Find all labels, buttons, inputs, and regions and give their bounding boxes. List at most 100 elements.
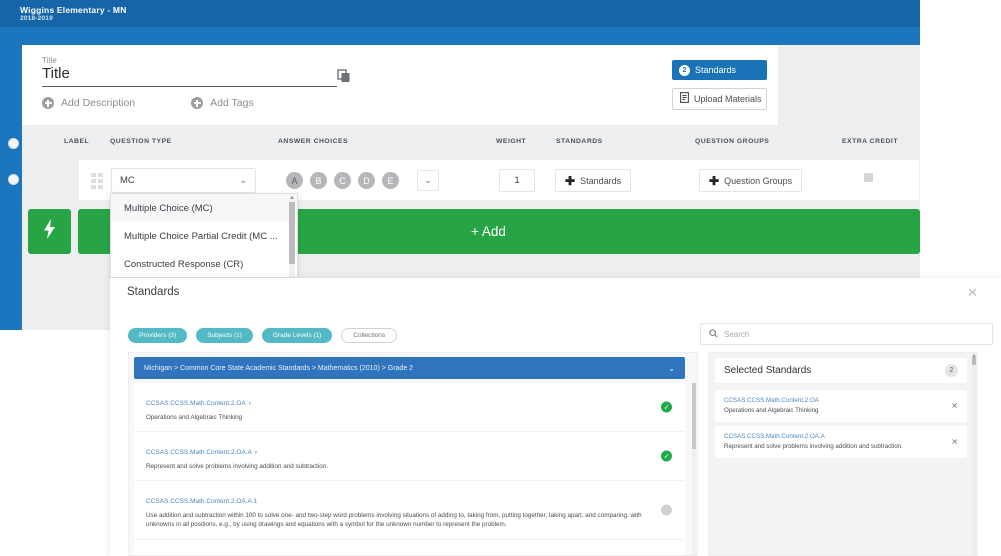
standard-code[interactable]: CCSAS.CCSS.Math.Content.2.OA.A.1	[146, 498, 260, 505]
standards-browse-panel: Michigan > Common Core State Academic St…	[128, 352, 698, 556]
extra-credit-checkbox[interactable]	[864, 173, 873, 182]
standards-count-badge: 2	[679, 64, 690, 76]
school-year: 2018-2019	[20, 15, 53, 22]
add-description-button[interactable]: Add Description	[42, 97, 135, 109]
selected-standard-item: CCSAS.CCSS.Math.Content.2.OA Operations …	[715, 390, 967, 422]
standard-code-text: CCSAS.CCSS.Math.Content.2.OA.A.1	[146, 498, 258, 506]
plus-icon: ✚	[565, 173, 576, 188]
title-underline	[42, 86, 337, 87]
standard-unselected-indicator[interactable]	[661, 504, 672, 516]
chevron-down-icon: ⌄	[424, 175, 432, 185]
header-standards: STANDARDS	[556, 138, 603, 145]
app-header: Wiggins Elementary - MN 2018-2019	[0, 0, 920, 27]
drag-handle-icon[interactable]	[91, 173, 105, 189]
title-input[interactable]: Title	[42, 65, 70, 82]
plus-icon: ✚	[709, 173, 720, 188]
left-rail	[0, 45, 22, 330]
row-select-radio[interactable]	[8, 174, 19, 185]
row-question-groups-label: Question Groups	[724, 175, 793, 186]
standard-selected-check-icon[interactable]: ✓	[661, 401, 672, 413]
close-icon[interactable]: ✕	[967, 286, 978, 299]
answer-choice-c[interactable]: C	[334, 172, 351, 189]
filter-chip-subjects[interactable]: Subjects (1)	[196, 328, 253, 343]
question-table-header: LABEL QUESTION TYPE ANSWER CHOICES WEIGH…	[8, 134, 920, 156]
header-extra-credit: EXTRA CREDIT	[842, 138, 898, 145]
remove-standard-close-icon[interactable]: ✕	[951, 438, 958, 447]
standard-code-text: CCSAS.CCSS.Math.Content.2.OA	[146, 400, 246, 407]
breadcrumb[interactable]: Michigan > Common Core State Academic St…	[134, 357, 685, 379]
standard-code[interactable]: CCSAS.CCSS.Math.Content.2.OA ›	[146, 400, 251, 407]
select-all-radio[interactable]	[8, 138, 19, 149]
filter-chip-providers[interactable]: Providers (3)	[128, 328, 188, 343]
row-standards-button[interactable]: ✚ Standards	[555, 169, 632, 192]
add-question-label: + Add	[471, 224, 506, 239]
upload-materials-button[interactable]: Upload Materials	[672, 88, 767, 110]
answer-choice-d[interactable]: D	[358, 172, 375, 189]
scroll-up-arrow-icon[interactable]: ▲	[289, 195, 295, 202]
header-label: LABEL	[64, 138, 90, 145]
list-scrollbar-thumb[interactable]	[692, 383, 696, 449]
chevron-right-icon: ›	[254, 449, 258, 457]
answer-choice-e[interactable]: E	[382, 172, 399, 189]
plus-circle-icon	[42, 97, 54, 109]
selected-scrollbar-track[interactable]	[972, 357, 976, 555]
list-item[interactable]: CCSAS.CCSS.Math.Content.2.OA.A › Represen…	[134, 432, 685, 482]
list-item[interactable]: CCSAS.CCSS.Math.Content.2.OA.B› Add and …	[134, 540, 685, 556]
screen: Wiggins Elementary - MN 2018-2019 Title …	[0, 0, 1001, 556]
dropdown-option-mc[interactable]: Multiple Choice (MC)	[111, 194, 297, 222]
answer-choices-count-select[interactable]: ⌄	[417, 170, 439, 191]
standard-description: Represent and solve problems involving a…	[146, 463, 329, 471]
selected-standard-description: Represent and solve problems involving a…	[724, 443, 903, 450]
header-answer-choices: ANSWER CHOICES	[278, 138, 349, 145]
breadcrumb-text: Michigan > Common Core State Academic St…	[144, 364, 414, 372]
question-type-select[interactable]: MC ⌄	[111, 168, 256, 193]
upload-materials-label: Upload Materials	[694, 94, 762, 104]
answer-choices: A B C D E	[286, 172, 399, 189]
row-question-groups-button[interactable]: ✚ Question Groups	[699, 169, 803, 192]
selected-standard-code[interactable]: CCSAS.CCSS.Math.Content.2.OA.A	[724, 433, 941, 440]
modal-title: Standards	[127, 286, 180, 298]
question-type-value: MC	[120, 175, 135, 186]
add-description-label: Add Description	[61, 97, 136, 109]
chevron-down-icon[interactable]: ⌄	[668, 364, 675, 373]
selected-standard-item: CCSAS.CCSS.Math.Content.2.OA.A Represent…	[715, 426, 967, 458]
search-icon	[709, 325, 718, 343]
selected-standards-panel: Selected Standards 2 CCSAS.CCSS.Math.Con…	[708, 352, 978, 556]
selected-standards-title: Selected Standards	[724, 365, 812, 376]
question-type-dropdown[interactable]: Multiple Choice (MC) Multiple Choice Par…	[110, 193, 298, 278]
list-item[interactable]: CCSAS.CCSS.Math.Content.2.OA.A.1 Use add…	[134, 481, 685, 540]
weight-input[interactable]: 1	[499, 169, 535, 192]
dropdown-scrollbar-thumb[interactable]	[289, 202, 295, 264]
quick-add-bolt-button[interactable]	[28, 209, 71, 254]
title-field-label: Title	[42, 56, 57, 65]
header-question-groups: QUESTION GROUPS	[695, 138, 770, 145]
standards-button[interactable]: 2 Standards	[672, 60, 767, 80]
row-standards-label: Standards	[580, 175, 622, 186]
standard-description: Use addition and subtraction within 100 …	[146, 512, 642, 529]
standards-button-label: Standards	[695, 65, 737, 75]
chevron-right-icon: ›	[248, 400, 251, 407]
chevron-down-icon: ⌄	[239, 175, 247, 185]
selected-standard-code[interactable]: CCSAS.CCSS.Math.Content.2.OA	[724, 397, 941, 404]
lightning-bolt-icon	[43, 219, 56, 244]
add-tags-label: Add Tags	[210, 97, 254, 109]
answer-choice-a[interactable]: A	[286, 172, 303, 189]
remove-standard-close-icon[interactable]: ✕	[951, 402, 958, 411]
standard-code[interactable]: CCSAS.CCSS.Math.Content.2.OA.A ›	[146, 449, 257, 456]
standard-selected-check-icon[interactable]: ✓	[661, 450, 672, 462]
header-question-type: QUESTION TYPE	[110, 138, 172, 145]
add-tags-button[interactable]: Add Tags	[191, 97, 254, 109]
standards-search[interactable]: Search	[700, 323, 993, 345]
standard-code-text: CCSAS.CCSS.Math.Content.2.OA.A	[146, 449, 252, 457]
list-item[interactable]: CCSAS.CCSS.Math.Content.2.OA › Operations…	[134, 383, 685, 433]
copy-icon[interactable]	[337, 69, 351, 83]
plus-circle-icon	[191, 97, 204, 109]
answer-choice-b[interactable]: B	[310, 172, 327, 189]
document-icon	[680, 90, 689, 108]
standards-modal: Standards ✕ Providers (3) Subjects (1) G…	[110, 278, 1001, 556]
scroll-up-arrow-icon[interactable]: ▲	[971, 353, 977, 359]
dropdown-option-mc-partial[interactable]: Multiple Choice Partial Credit (MC ...	[111, 222, 297, 250]
filter-chip-grade-levels[interactable]: Grade Levels (1)	[261, 328, 333, 343]
dropdown-option-cr[interactable]: Constructed Response (CR)	[111, 250, 297, 278]
filter-chip-collections[interactable]: Collections	[341, 328, 398, 343]
